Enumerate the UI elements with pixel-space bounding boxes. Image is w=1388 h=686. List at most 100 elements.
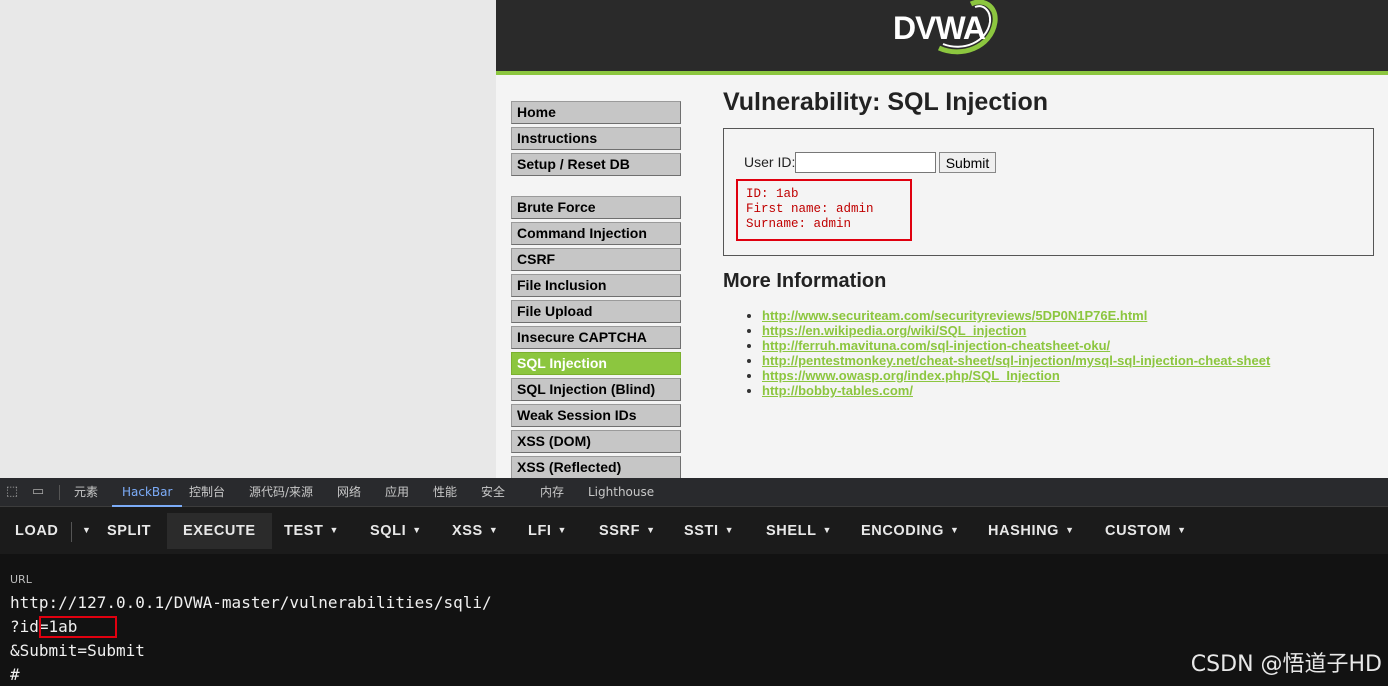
result-first-name: First name: admin bbox=[746, 202, 874, 216]
ssrf-label: SSRF bbox=[599, 523, 641, 539]
list-item: http://ferruh.mavituna.com/sql-injection… bbox=[762, 338, 1270, 353]
sqli-menu[interactable]: SQLI ▼ bbox=[362, 513, 430, 549]
tab-network[interactable]: 网络 bbox=[337, 478, 361, 507]
highlight-box bbox=[39, 616, 117, 638]
main-menu: Home Instructions Setup / Reset DB bbox=[511, 101, 681, 179]
vulnerable-code-area: User ID: Submit ID: 1ab First name: admi… bbox=[723, 128, 1374, 256]
info-link[interactable]: https://en.wikipedia.org/wiki/SQL_inject… bbox=[762, 323, 1026, 338]
inspect-icon[interactable]: ⬚ bbox=[4, 484, 20, 500]
split-button[interactable]: SPLIT bbox=[99, 513, 159, 549]
url-line[interactable]: &Submit=Submit bbox=[10, 641, 145, 660]
chevron-down-icon: ▼ bbox=[646, 525, 656, 535]
menu-item-csrf[interactable]: CSRF bbox=[511, 248, 681, 271]
blank-area bbox=[0, 0, 496, 478]
test-menu[interactable]: TEST ▼ bbox=[276, 513, 347, 549]
chevron-down-icon: ▼ bbox=[557, 525, 568, 535]
chevron-down-icon: ▼ bbox=[1177, 525, 1187, 535]
encoding-menu[interactable]: ENCODING ▼ bbox=[853, 513, 967, 549]
tab-sources[interactable]: 源代码/来源 bbox=[249, 478, 313, 507]
ssti-label: SSTI bbox=[684, 523, 719, 539]
menu-item-setup[interactable]: Setup / Reset DB bbox=[511, 153, 681, 176]
list-item: http://pentestmonkey.net/cheat-sheet/sql… bbox=[762, 353, 1270, 368]
chevron-down-icon: ▼ bbox=[949, 525, 960, 535]
chevron-down-icon: ▼ bbox=[1065, 525, 1075, 535]
hackbar-url-area[interactable]: URL http://127.0.0.1/DVWA-master/vulnera… bbox=[0, 554, 1388, 686]
menu-item-file-upload[interactable]: File Upload bbox=[511, 300, 681, 323]
chevron-down-icon: ▼ bbox=[488, 525, 499, 535]
more-info-heading: More Information bbox=[723, 270, 887, 292]
menu-item-sql-injection[interactable]: SQL Injection bbox=[511, 352, 681, 375]
menu-item-sql-injection-blind[interactable]: SQL Injection (Blind) bbox=[511, 378, 681, 401]
url-line[interactable]: # bbox=[10, 665, 20, 684]
custom-menu[interactable]: CUSTOM ▼ bbox=[1097, 513, 1195, 549]
menu-item-file-inclusion[interactable]: File Inclusion bbox=[511, 274, 681, 297]
shell-menu[interactable]: SHELL ▼ bbox=[758, 513, 840, 549]
query-result: ID: 1ab First name: admin Surname: admin bbox=[736, 179, 912, 241]
userid-label: User ID: bbox=[744, 154, 796, 170]
ssrf-menu[interactable]: SSRF ▼ bbox=[591, 513, 664, 549]
userid-input[interactable] bbox=[795, 152, 936, 173]
result-surname: Surname: admin bbox=[746, 217, 852, 231]
xss-menu[interactable]: XSS ▼ bbox=[444, 513, 506, 549]
encoding-label: ENCODING bbox=[861, 523, 944, 539]
xss-label: XSS bbox=[452, 523, 483, 539]
hackbar-toolbar: LOAD ▼ SPLIT EXECUTE TEST ▼ SQLI ▼ XSS ▼ LF… bbox=[0, 507, 1388, 554]
url-line[interactable]: http://127.0.0.1/DVWA-master/vulnerabili… bbox=[10, 593, 492, 612]
page-title: Vulnerability: SQL Injection bbox=[723, 88, 1049, 116]
tab-hackbar[interactable]: HackBar bbox=[112, 478, 183, 507]
header-accent-bar bbox=[496, 71, 1388, 75]
info-link[interactable]: http://pentestmonkey.net/cheat-sheet/sql… bbox=[762, 353, 1270, 368]
custom-label: CUSTOM bbox=[1105, 523, 1172, 539]
menu-item-weak-session-ids[interactable]: Weak Session IDs bbox=[511, 404, 681, 427]
hashing-label: HASHING bbox=[988, 523, 1060, 539]
devtools-tabbar: ⬚ ▭ 元素 HackBar 控制台 源代码/来源 网络 应用 性能 安全 内存… bbox=[0, 478, 1388, 507]
menu-item-home[interactable]: Home bbox=[511, 101, 681, 124]
tab-lighthouse[interactable]: Lighthouse bbox=[588, 478, 654, 507]
devtools-panel: ⬚ ▭ 元素 HackBar 控制台 源代码/来源 网络 应用 性能 安全 内存… bbox=[0, 478, 1388, 686]
load-button[interactable]: LOAD bbox=[7, 513, 66, 549]
lfi-menu[interactable]: LFI ▼ bbox=[520, 513, 575, 549]
shell-label: SHELL bbox=[766, 523, 817, 539]
sqli-label: SQLI bbox=[370, 523, 407, 539]
hashing-menu[interactable]: HASHING ▼ bbox=[980, 513, 1083, 549]
chevron-down-icon: ▼ bbox=[412, 525, 422, 535]
submit-button[interactable]: Submit bbox=[939, 152, 996, 173]
device-toolbar-icon[interactable]: ▭ bbox=[30, 484, 46, 500]
list-item: http://www.securiteam.com/securityreview… bbox=[762, 308, 1270, 323]
menu-item-brute-force[interactable]: Brute Force bbox=[511, 196, 681, 219]
info-link[interactable]: https://www.owasp.org/index.php/SQL_Inje… bbox=[762, 368, 1060, 383]
dvwa-page: DVWA Home Instructions Setup / Reset DB … bbox=[496, 0, 1388, 478]
url-label: URL bbox=[10, 573, 32, 586]
tab-memory[interactable]: 内存 bbox=[540, 478, 564, 507]
watermark: CSDN @悟道子HD bbox=[1190, 652, 1382, 677]
execute-button[interactable]: EXECUTE bbox=[167, 513, 272, 549]
test-label: TEST bbox=[284, 523, 324, 539]
tab-performance[interactable]: 性能 bbox=[433, 478, 457, 507]
ssti-menu[interactable]: SSTI ▼ bbox=[676, 513, 742, 549]
tab-security[interactable]: 安全 bbox=[481, 478, 505, 507]
list-item: https://en.wikipedia.org/wiki/SQL_inject… bbox=[762, 323, 1270, 338]
info-link[interactable]: http://www.securiteam.com/securityreview… bbox=[762, 308, 1147, 323]
tab-application[interactable]: 应用 bbox=[385, 478, 409, 507]
menu-item-instructions[interactable]: Instructions bbox=[511, 127, 681, 150]
site-header: DVWA bbox=[496, 0, 1388, 71]
chevron-down-icon: ▼ bbox=[329, 525, 339, 535]
menu-item-insecure-captcha[interactable]: Insecure CAPTCHA bbox=[511, 326, 681, 349]
dvwa-logo: DVWA bbox=[891, 0, 1001, 62]
menu-item-xss-dom[interactable]: XSS (DOM) bbox=[511, 430, 681, 453]
divider bbox=[59, 485, 60, 500]
menu-item-xss-reflected[interactable]: XSS (Reflected) bbox=[511, 456, 681, 478]
load-dropdown-icon[interactable]: ▼ bbox=[72, 513, 96, 549]
logo-text: DVWA bbox=[893, 10, 986, 46]
vulnerability-menu: Brute Force Command Injection CSRF File … bbox=[511, 196, 681, 478]
tab-elements[interactable]: 元素 bbox=[74, 478, 98, 507]
tab-console[interactable]: 控制台 bbox=[189, 478, 225, 507]
more-info-links: http://www.securiteam.com/securityreview… bbox=[744, 308, 1270, 398]
list-item: https://www.owasp.org/index.php/SQL_Inje… bbox=[762, 368, 1270, 383]
chevron-down-icon: ▼ bbox=[724, 525, 735, 535]
list-item: http://bobby-tables.com/ bbox=[762, 383, 1270, 398]
menu-item-command-injection[interactable]: Command Injection bbox=[511, 222, 681, 245]
info-link[interactable]: http://ferruh.mavituna.com/sql-injection… bbox=[762, 338, 1110, 353]
chevron-down-icon: ▼ bbox=[822, 525, 833, 535]
info-link[interactable]: http://bobby-tables.com/ bbox=[762, 383, 913, 398]
